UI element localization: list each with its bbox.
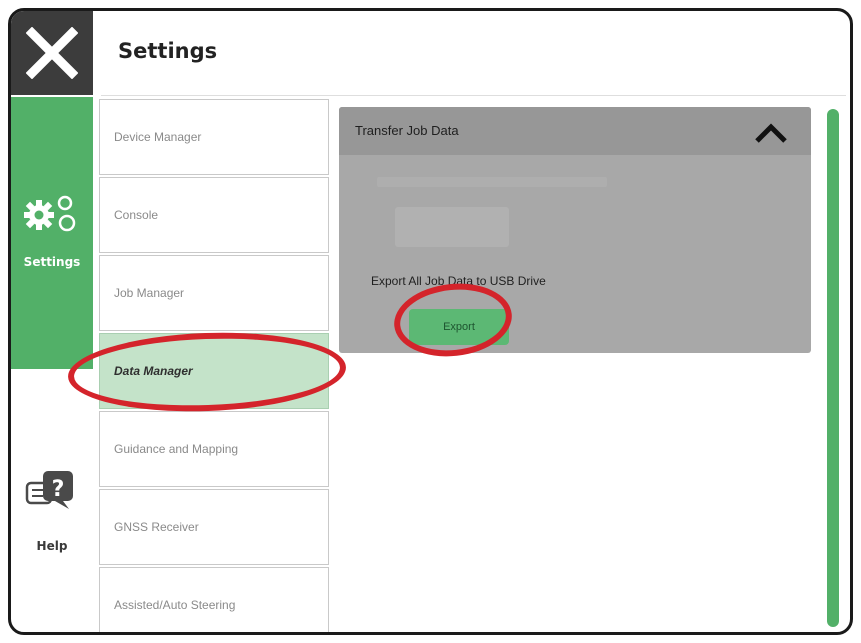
menu-item-device-manager[interactable]: Device Manager — [99, 99, 329, 175]
hidden-option-label — [377, 177, 607, 187]
menu-item-job-manager[interactable]: Job Manager — [99, 255, 329, 331]
rail-settings-label: Settings — [23, 255, 81, 269]
rail-tab-settings[interactable]: Settings — [11, 97, 93, 369]
gears-icon — [11, 189, 93, 239]
panel-title: Transfer Job Data — [355, 123, 459, 138]
close-x-icon — [26, 27, 78, 79]
header-divider — [101, 95, 846, 96]
transfer-job-data-panel: Transfer Job Data Export All Job Data to… — [339, 107, 811, 353]
export-button[interactable]: Export — [409, 309, 509, 345]
help-chat-icon: ? — [25, 471, 73, 509]
menu-item-console[interactable]: Console — [99, 177, 329, 253]
app-window: Settings ? Help Settings Device Manager … — [8, 8, 853, 635]
menu-item-gnss-receiver[interactable]: GNSS Receiver — [99, 489, 329, 565]
svg-text:?: ? — [52, 477, 65, 502]
chevron-up-icon[interactable] — [751, 119, 791, 145]
settings-menu: Device Manager Console Job Manager Data … — [99, 99, 331, 632]
page-title: Settings — [118, 39, 218, 63]
export-all-label: Export All Job Data to USB Drive — [371, 274, 546, 288]
rail-tab-help[interactable]: ? Help — [11, 451, 93, 561]
menu-item-data-manager[interactable]: Data Manager — [99, 333, 329, 409]
menu-item-assisted-auto-steering[interactable]: Assisted/Auto Steering — [99, 567, 329, 632]
hidden-option-control — [395, 207, 509, 247]
menu-item-guidance-and-mapping[interactable]: Guidance and Mapping — [99, 411, 329, 487]
scrollbar[interactable] — [827, 109, 839, 627]
rail-help-label: Help — [36, 539, 68, 553]
panel-header[interactable]: Transfer Job Data — [339, 107, 811, 155]
close-button[interactable] — [11, 11, 93, 95]
